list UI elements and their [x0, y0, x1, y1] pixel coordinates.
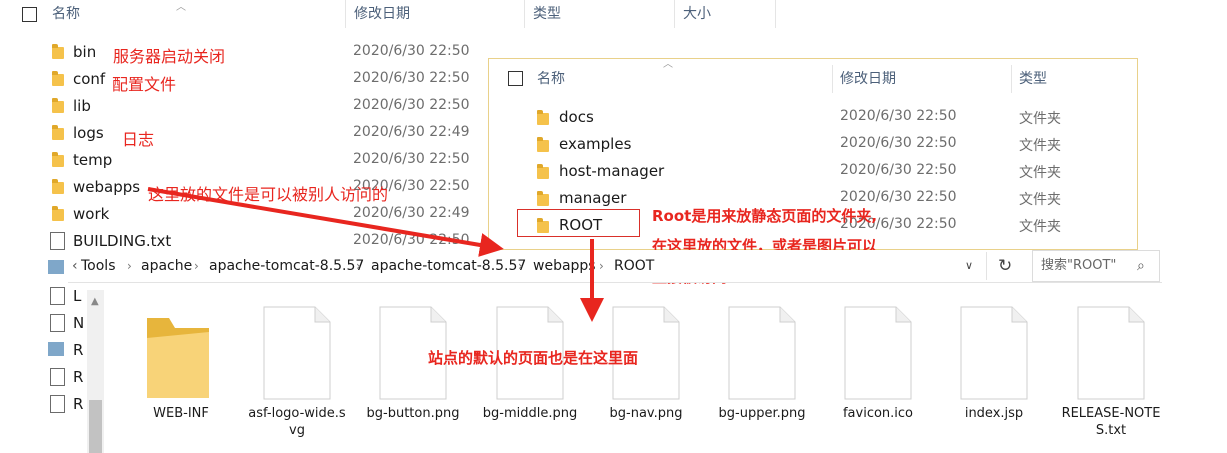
- arrow-webapps-to-root: [147, 187, 504, 257]
- annotation-arrows: [147, 187, 604, 322]
